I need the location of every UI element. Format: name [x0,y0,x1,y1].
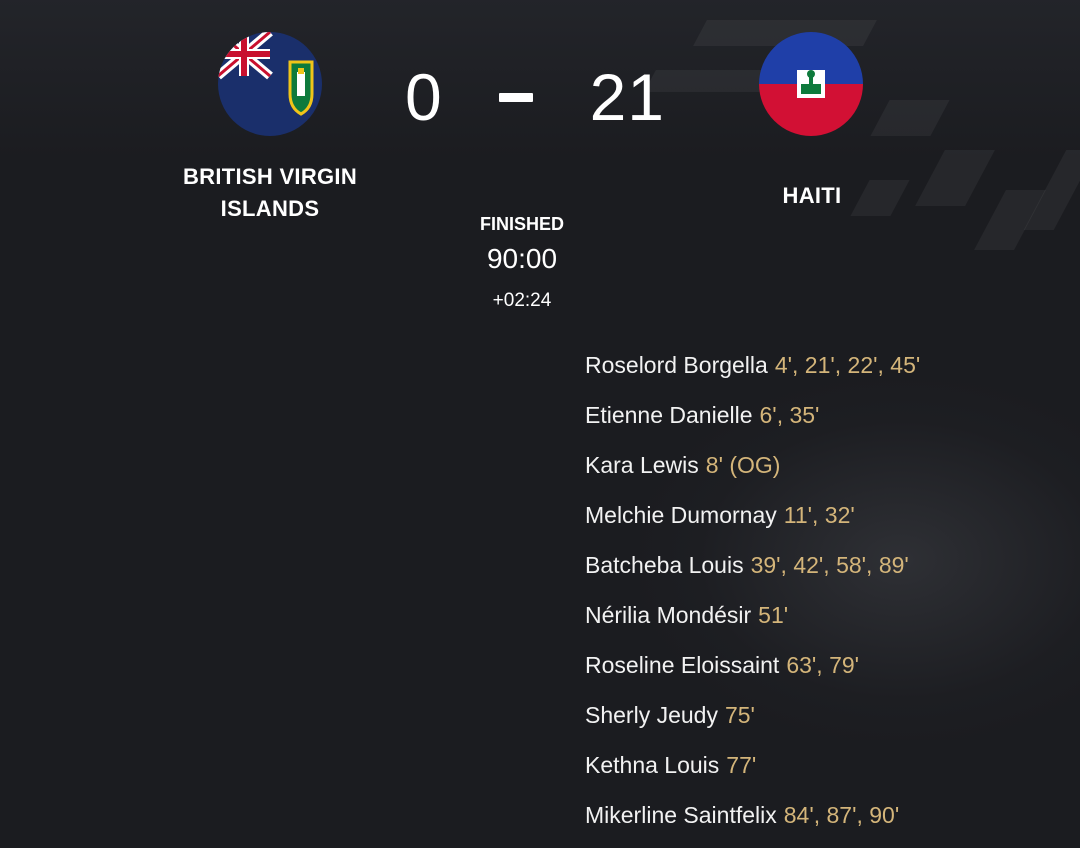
scorer-name: Kethna Louis [585,752,720,778]
scoreline: 0 21 [405,52,665,142]
goal-scorers-list: Roselord Borgella 4', 21', 22', 45' Etien… [585,340,920,840]
scorer-name: Mikerline Saintfelix [585,802,777,828]
away-team-name: HAITI [782,183,842,208]
scorer-name: Melchie Dumornay [585,502,777,528]
scorer-row: Nérilia Mondésir 51' [585,590,920,640]
goal-minutes: 84', 87', 90' [783,802,900,828]
scorer-name: Roselord Borgella [585,352,768,378]
goal-minutes: 39', 42', 58', 89' [750,552,909,578]
score-dash [499,92,534,102]
scorer-row: Batcheba Louis 39', 42', 58', 89' [585,540,920,590]
home-team-name-line1: BRITISH VIRGIN [182,164,358,189]
scorer-name: Nérilia Mondésir [585,602,752,628]
scorer-name: Roseline Eloissaint [585,652,780,678]
away-score: 21 [589,60,665,134]
goal-minutes: 51' [758,602,789,628]
match-status: FINISHED [479,214,564,234]
home-score: 0 [405,60,443,134]
scorer-row: Mikerline Saintfelix 84', 87', 90' [585,790,920,840]
goal-minutes: 8' (OG) [705,452,781,478]
home-team-name-line2: ISLANDS [220,196,320,221]
scorer-row: Kara Lewis 8' (OG) [585,440,920,490]
scorer-row: Roselord Borgella 4', 21', 22', 45' [585,340,920,390]
added-time: +02:24 [492,290,552,311]
british-virgin-islands-flag-icon [218,32,322,136]
scorer-name: Etienne Danielle [585,402,753,428]
match-clock: 90:00 [486,243,558,274]
scorer-row: Kethna Louis 77' [585,740,920,790]
scorer-row: Etienne Danielle 6', 35' [585,390,920,440]
goal-minutes: 6', 35' [759,402,820,428]
scorer-row: Roseline Eloissaint 63', 79' [585,640,920,690]
scorer-name: Sherly Jeudy [585,702,718,728]
haiti-flag-icon [759,32,863,136]
goal-minutes: 4', 21', 22', 45' [774,352,921,378]
scorer-row: Melchie Dumornay 11', 32' [585,490,920,540]
goal-minutes: 63', 79' [786,652,860,678]
goal-minutes: 77' [726,752,757,778]
scorer-name: Kara Lewis [585,452,699,478]
goal-minutes: 75' [724,702,755,728]
home-team-name: BRITISH VIRGIN ISLANDS [150,161,390,225]
goal-minutes: 11', 32' [783,502,855,528]
scorer-name: Batcheba Louis [585,552,744,578]
scorer-row: Sherly Jeudy 75' [585,690,920,740]
